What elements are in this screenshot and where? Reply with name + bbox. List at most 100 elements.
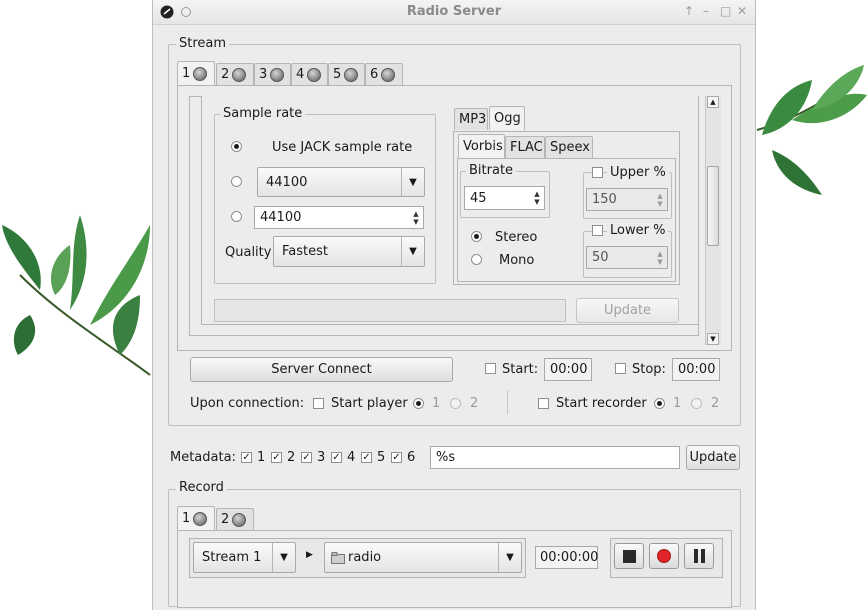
wallpaper-leaves-left <box>2 215 151 376</box>
stereo-radio[interactable] <box>471 231 482 242</box>
recorder-2-radio[interactable] <box>691 398 702 409</box>
stream-tab-6[interactable]: 6 <box>365 63 403 85</box>
spin-arrows-icon[interactable]: ▲ ▼ <box>654 248 666 267</box>
stop-checkbox[interactable] <box>615 363 626 374</box>
use-jack-radio[interactable] <box>231 141 242 152</box>
ogg-tab-flac[interactable]: FLAC <box>505 136 545 158</box>
metadata-check-4-label: 4 <box>347 450 356 465</box>
metadata-check-4[interactable]: ✓ <box>331 452 342 463</box>
led-indicator-icon <box>344 67 359 82</box>
stream-tab-4[interactable]: 4 <box>291 63 328 85</box>
record-icon <box>657 549 671 563</box>
start-time-field[interactable]: 00:00 <box>544 358 592 381</box>
led-indicator-icon <box>307 67 322 82</box>
chevron-down-icon: ▼ <box>272 543 295 572</box>
quality-label: Quality <box>225 245 272 260</box>
spin-arrows-icon[interactable]: ▲ ▼ <box>654 190 666 209</box>
metadata-update-button[interactable]: Update <box>686 445 740 470</box>
start-recorder-label: Start recorder <box>556 396 647 411</box>
metadata-check-5[interactable]: ✓ <box>361 452 372 463</box>
wallpaper-leaves-right <box>756 65 867 195</box>
scroll-up-icon[interactable]: ▲ <box>707 96 719 108</box>
window-title: Radio Server <box>406 4 502 19</box>
minimize-icon[interactable]: – <box>703 4 709 18</box>
stop-button[interactable] <box>614 543 644 569</box>
ogg-tab-speex[interactable]: Speex <box>545 136 593 158</box>
stereo-label: Stereo <box>495 230 538 245</box>
scroll-down-icon[interactable]: ▼ <box>707 333 719 345</box>
chevron-down-icon: ▼ <box>401 168 424 196</box>
upper-checkbox[interactable] <box>592 167 603 178</box>
codec-tab-mp3[interactable]: MP3 <box>454 108 488 130</box>
led-indicator-icon <box>193 511 208 526</box>
start-player-label: Start player <box>331 396 408 411</box>
upon-connection-label: Upon connection: <box>190 396 305 411</box>
maximize-icon[interactable]: □ <box>720 4 731 18</box>
title-bar[interactable]: Radio Server ↑ – □ ✕ <box>153 0 755 25</box>
stream-tab-1[interactable]: 1 <box>177 61 215 85</box>
recorder-1-radio[interactable] <box>654 398 665 409</box>
custom-rate-spinbox[interactable]: 44100 ▲ ▼ <box>254 206 424 229</box>
stream-tab-2[interactable]: 2 <box>216 63 254 85</box>
radio-server-window: Radio Server ↑ – □ ✕ Stream 1 2 3 4 5 6 … <box>152 0 756 610</box>
metadata-check-2[interactable]: ✓ <box>271 452 282 463</box>
record-source-combo[interactable]: Stream 1 ▼ <box>193 542 296 573</box>
use-jack-label: Use JACK sample rate <box>272 140 413 155</box>
upper-label: Upper % <box>607 165 669 180</box>
bitrate-spinbox[interactable]: 45 ▲ ▼ <box>464 186 545 210</box>
record-group-label: Record <box>176 480 227 495</box>
recorder-1-label: 1 <box>673 396 682 411</box>
start-player-checkbox[interactable] <box>313 398 324 409</box>
bitrate-label: Bitrate <box>466 163 517 178</box>
close-icon[interactable]: ✕ <box>737 4 747 18</box>
led-indicator-icon <box>232 67 247 82</box>
start-recorder-checkbox[interactable] <box>538 398 549 409</box>
spin-arrows-icon[interactable]: ▲ ▼ <box>531 188 543 208</box>
record-file-combo[interactable]: radio ▼ <box>324 542 522 573</box>
metadata-format-input[interactable]: %s <box>430 446 680 469</box>
quality-combo[interactable]: Fastest ▼ <box>273 236 425 267</box>
codec-tab-ogg[interactable]: Ogg <box>489 106 525 130</box>
keep-above-icon[interactable]: ↑ <box>684 4 694 18</box>
stream-update-button[interactable]: Update <box>576 298 679 323</box>
ogg-tab-vorbis[interactable]: Vorbis <box>458 134 505 158</box>
metadata-check-6[interactable]: ✓ <box>391 452 402 463</box>
mono-radio[interactable] <box>471 254 482 265</box>
recorder-2-label: 2 <box>711 396 720 411</box>
start-label: Start: <box>502 362 539 377</box>
led-indicator-icon <box>232 512 247 527</box>
stream-tab-5[interactable]: 5 <box>328 63 365 85</box>
vertical-scrollbar[interactable]: ▲ ▼ <box>705 96 721 345</box>
stream-group-label: Stream <box>176 36 230 51</box>
server-connect-button[interactable]: Server Connect <box>190 357 453 382</box>
metadata-check-3[interactable]: ✓ <box>301 452 312 463</box>
led-indicator-icon <box>270 67 285 82</box>
lower-spinbox[interactable]: 50 ▲ ▼ <box>586 246 668 269</box>
stop-time-field[interactable]: 00:00 <box>672 358 720 381</box>
metadata-check-1[interactable]: ✓ <box>241 452 252 463</box>
record-button[interactable] <box>649 543 679 569</box>
metadata-check-2-label: 2 <box>287 450 296 465</box>
pause-icon <box>693 549 705 563</box>
stream-tab-3[interactable]: 3 <box>254 63 291 85</box>
scroll-thumb[interactable] <box>707 166 719 246</box>
record-tab-2[interactable]: 2 <box>216 508 254 530</box>
stop-icon <box>622 549 636 563</box>
spin-arrows-icon[interactable]: ▲ ▼ <box>410 208 422 227</box>
preset-rate-radio[interactable] <box>231 176 242 187</box>
start-checkbox[interactable] <box>485 363 496 374</box>
led-indicator-icon <box>381 67 396 82</box>
player-2-radio[interactable] <box>450 398 461 409</box>
vertical-separator <box>507 390 508 414</box>
player-1-radio[interactable] <box>413 398 424 409</box>
preset-rate-combo[interactable]: 44100 ▼ <box>257 167 425 197</box>
upper-spinbox[interactable]: 150 ▲ ▼ <box>586 188 668 211</box>
record-tab-1[interactable]: 1 <box>177 506 215 530</box>
chevron-down-icon: ▼ <box>401 237 424 266</box>
pause-button[interactable] <box>684 543 714 569</box>
lower-checkbox[interactable] <box>592 225 603 236</box>
record-time-display: 00:00:00 <box>535 546 598 569</box>
custom-rate-radio[interactable] <box>231 211 242 222</box>
metadata-check-5-label: 5 <box>377 450 386 465</box>
metadata-check-6-label: 6 <box>407 450 416 465</box>
